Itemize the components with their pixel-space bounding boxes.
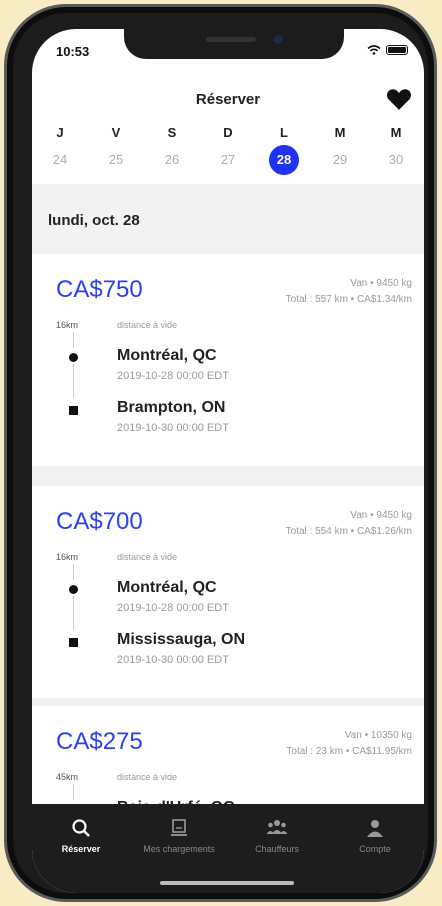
load-vehicle: Van • 9450 kg bbox=[350, 278, 412, 289]
phone-frame: 10:53 Réserver J 24 V 25 S 26 D 27 L 28 M 29 M 30 lun… bbox=[4, 4, 437, 902]
destination-square-icon bbox=[69, 638, 78, 647]
loads-icon bbox=[130, 816, 228, 840]
load-meta: Van • 9450 kg Total : 554 km • CA$1.26/km bbox=[286, 508, 412, 540]
day-number: 25 bbox=[108, 152, 124, 167]
page-title: Réserver bbox=[195, 91, 261, 108]
load-vehicle: Van • 9450 kg bbox=[350, 510, 412, 521]
account-icon bbox=[326, 816, 424, 840]
origin-time: 2019-10-28 00:00 EDT bbox=[117, 370, 229, 382]
calendar-header: Réserver J 24 V 25 S 26 D 27 L 28 M 29 M 30 bbox=[32, 73, 424, 183]
day-24[interactable]: J 24 bbox=[40, 123, 80, 175]
empty-distance: 16km bbox=[56, 552, 79, 562]
route-line bbox=[73, 364, 74, 398]
status-time: 10:53 bbox=[56, 44, 90, 59]
day-29[interactable]: M 29 bbox=[320, 123, 360, 175]
wifi-icon bbox=[367, 45, 381, 55]
destination-city: Mississauga, ON bbox=[117, 631, 246, 648]
day-27[interactable]: D 27 bbox=[208, 123, 248, 175]
notch bbox=[124, 29, 344, 59]
load-vehicle: Van • 10350 kg bbox=[344, 730, 412, 741]
day-letter: V bbox=[111, 125, 121, 140]
tab-drivers[interactable]: Chauffeurs bbox=[228, 816, 326, 854]
day-picker: J 24 V 25 S 26 D 27 L 28 M 29 M 30 bbox=[40, 123, 416, 175]
route-line bbox=[73, 596, 74, 630]
load-total: Total : 554 km • CA$1.26/km bbox=[285, 526, 412, 537]
day-number: 29 bbox=[332, 152, 348, 167]
destination-time: 2019-10-30 00:00 EDT bbox=[117, 654, 229, 666]
speaker bbox=[206, 37, 256, 42]
tab-label: Chauffeurs bbox=[255, 844, 299, 854]
destination-city: Brampton, ON bbox=[117, 399, 226, 416]
tab-search[interactable]: Réserver bbox=[32, 816, 130, 854]
load-card[interactable]: CA$275 Van • 10350 kg Total : 23 km • CA$1… bbox=[32, 706, 424, 804]
load-meta: Van • 10350 kg Total : 23 km • CA$11.95/k… bbox=[286, 728, 412, 760]
camera bbox=[274, 35, 283, 44]
load-total: Total : 23 km • CA$11.95/km bbox=[286, 746, 412, 757]
day-28[interactable]: L 28 bbox=[264, 123, 304, 175]
empty-distance: 16km bbox=[56, 320, 79, 330]
route-line bbox=[73, 332, 74, 348]
day-number: 30 bbox=[388, 152, 404, 167]
day-number: 24 bbox=[52, 152, 68, 167]
date-heading-band: lundi, oct. 28 bbox=[32, 184, 424, 254]
day-letter: S bbox=[167, 125, 177, 140]
date-heading: lundi, oct. 28 bbox=[48, 212, 140, 229]
tab-bar: Réserver Mes chargements Chauffeurs Compte bbox=[32, 804, 424, 893]
day-number: 26 bbox=[164, 152, 180, 167]
origin-dot-icon bbox=[69, 353, 78, 362]
load-total: Total : 557 km • CA$1.34/km bbox=[285, 294, 412, 305]
tab-label: Mes chargements bbox=[143, 844, 215, 854]
home-indicator bbox=[160, 881, 294, 885]
day-letter: J bbox=[56, 125, 64, 140]
load-price: CA$750 bbox=[56, 276, 143, 303]
destination-time: 2019-10-30 00:00 EDT bbox=[117, 422, 229, 434]
heart-icon[interactable] bbox=[386, 87, 412, 111]
origin-city: Montréal, QC bbox=[117, 347, 217, 364]
load-list: CA$750 Van • 9450 kg Total : 557 km • CA$1… bbox=[32, 254, 424, 804]
load-card[interactable]: CA$700 Van • 9450 kg Total : 554 km • CA$1… bbox=[32, 486, 424, 698]
tab-loads[interactable]: Mes chargements bbox=[130, 816, 228, 854]
day-number: 28 bbox=[269, 145, 299, 175]
day-26[interactable]: S 26 bbox=[152, 123, 192, 175]
battery-icon bbox=[386, 45, 408, 55]
origin-time: 2019-10-28 00:00 EDT bbox=[117, 602, 229, 614]
empty-distance-label: distance à vide bbox=[117, 320, 178, 330]
day-letter: L bbox=[280, 125, 288, 140]
search-icon bbox=[32, 816, 130, 840]
route-line bbox=[73, 564, 74, 580]
tab-label: Compte bbox=[359, 844, 391, 854]
destination-square-icon bbox=[69, 406, 78, 415]
load-price: CA$275 bbox=[56, 728, 143, 755]
day-number: 27 bbox=[220, 152, 236, 167]
day-letter: D bbox=[223, 125, 233, 140]
origin-dot-icon bbox=[69, 585, 78, 594]
empty-distance-label: distance à vide bbox=[117, 772, 178, 782]
origin-city: Montréal, QC bbox=[117, 579, 217, 596]
day-30[interactable]: M 30 bbox=[376, 123, 416, 175]
app-screen: 10:53 Réserver J 24 V 25 S 26 D 27 L 28 M 29 M 30 lun… bbox=[32, 29, 424, 893]
empty-distance-label: distance à vide bbox=[117, 552, 178, 562]
drivers-icon bbox=[228, 816, 326, 840]
route-line bbox=[73, 784, 74, 800]
day-letter: M bbox=[390, 125, 402, 140]
load-meta: Van • 9450 kg Total : 557 km • CA$1.34/km bbox=[286, 276, 412, 308]
empty-distance: 45km bbox=[56, 772, 79, 782]
load-card[interactable]: CA$750 Van • 9450 kg Total : 557 km • CA$1… bbox=[32, 254, 424, 466]
tab-account[interactable]: Compte bbox=[326, 816, 424, 854]
day-letter: M bbox=[334, 125, 346, 140]
day-25[interactable]: V 25 bbox=[96, 123, 136, 175]
status-icons bbox=[367, 45, 408, 55]
load-price: CA$700 bbox=[56, 508, 143, 535]
tab-label: Réserver bbox=[61, 844, 101, 854]
